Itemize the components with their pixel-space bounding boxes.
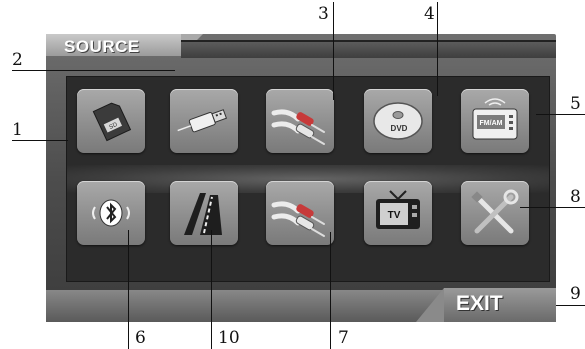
dvd-label: DVD: [391, 124, 408, 133]
dvd-button[interactable]: DVD: [364, 89, 432, 153]
usb-icon: [177, 109, 228, 133]
callout-line-3: [333, 2, 334, 100]
callout-label-1: 1: [12, 120, 23, 140]
callout-label-3: 3: [318, 4, 329, 24]
settings-button[interactable]: [461, 181, 529, 245]
navigation-button[interactable]: [170, 181, 238, 245]
callout-line-5: [536, 114, 585, 115]
callout-label-10: 10: [218, 328, 240, 348]
usb-button[interactable]: [170, 89, 238, 153]
callout-line-2: [12, 70, 175, 71]
road-icon: [184, 193, 222, 235]
callout-line-1: [12, 140, 68, 141]
radio-button[interactable]: FM/AM: [461, 89, 529, 153]
callout-label-6: 6: [135, 328, 146, 348]
callout-label-5: 5: [570, 94, 581, 114]
radio-label: FM/AM: [480, 120, 503, 127]
callout-line-4: [437, 2, 438, 96]
title-tab: SOURCE: [46, 34, 203, 56]
callout-line-6: [128, 230, 129, 349]
callout-label-8: 8: [570, 187, 581, 207]
callout-label-4: 4: [424, 4, 435, 24]
callout-line-9: [556, 305, 585, 306]
sd-card-icon: SD: [92, 102, 132, 142]
callout-label-2: 2: [12, 50, 23, 70]
title-bar-strip: [181, 40, 556, 58]
bluetooth-button[interactable]: [77, 181, 145, 245]
rca-cable-icon: [271, 109, 325, 145]
screen-title: SOURCE: [64, 37, 140, 56]
sd-card-button[interactable]: SD: [77, 89, 145, 153]
tv-button[interactable]: TV: [364, 181, 432, 245]
tools-icon: [471, 189, 519, 234]
callout-label-9: 9: [570, 284, 581, 304]
callout-line-10: [211, 230, 212, 349]
radio-icon: FM/AM: [472, 98, 518, 140]
callout-label-7: 7: [338, 328, 349, 348]
exit-label: EXIT: [456, 292, 503, 315]
av-in-1-button[interactable]: [266, 89, 334, 153]
rca-cable-icon: [271, 201, 325, 237]
callout-line-7: [330, 232, 331, 349]
exit-button[interactable]: EXIT: [416, 288, 556, 322]
callout-line-8: [520, 207, 585, 208]
source-panel: SD DVD FM/AM TV: [66, 76, 550, 282]
bluetooth-icon: [92, 199, 130, 227]
dvd-disc-icon: DVD: [373, 102, 423, 140]
source-screen: SOURCE SD DVD FM/AM TV EXIT: [46, 34, 556, 322]
tv-label: TV: [388, 210, 401, 221]
tv-icon: TV: [376, 190, 420, 229]
av-in-2-button[interactable]: [266, 181, 334, 245]
